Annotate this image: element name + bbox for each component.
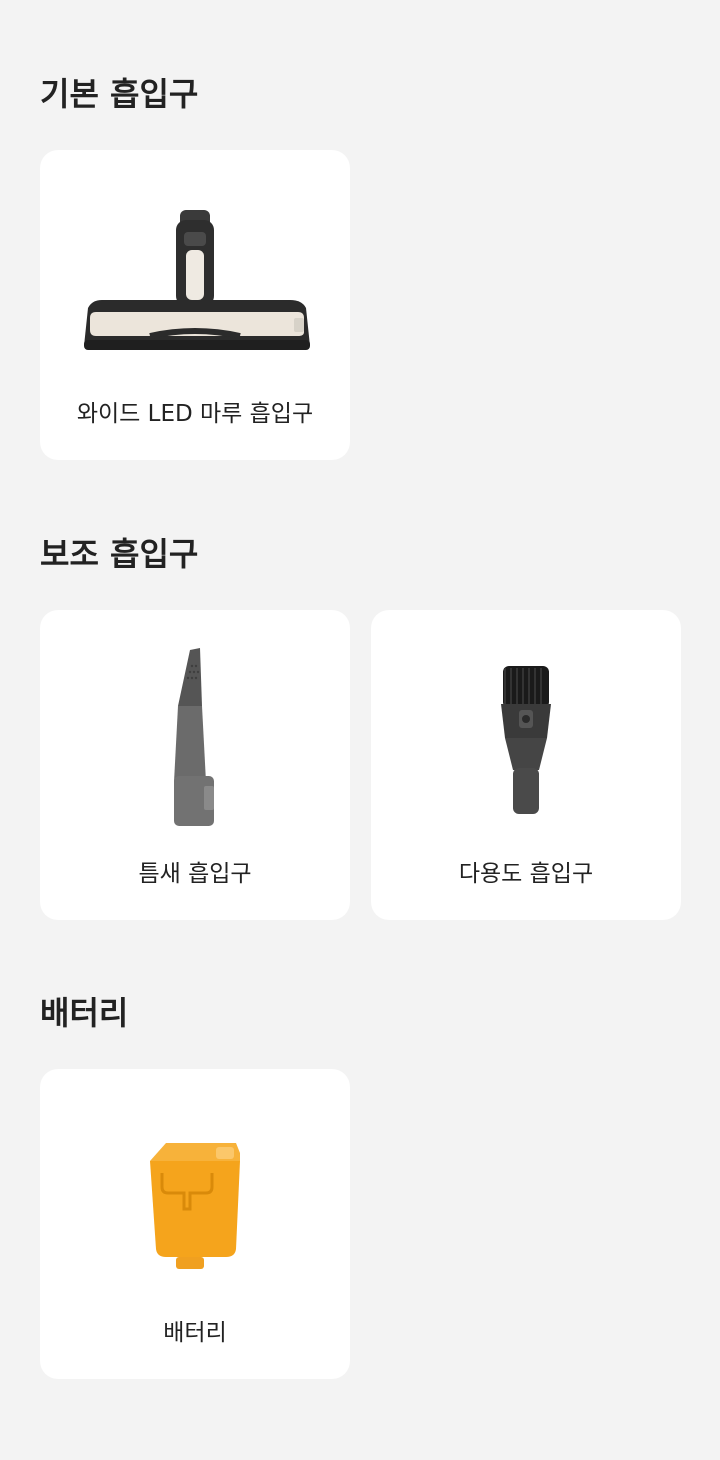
product-card-multi-purpose-brush[interactable]: 다용도 흡입구 <box>371 610 681 920</box>
product-label: 틈새 흡입구 <box>138 861 252 887</box>
crevice-tool-icon <box>40 610 350 840</box>
product-card-wide-led-floor-nozzle[interactable]: 와이드 LED 마루 흡입구 <box>40 150 350 460</box>
section-title: 보조 흡입구 <box>40 535 199 573</box>
product-card-crevice-tool[interactable]: 틈새 흡입구 <box>40 610 350 920</box>
card-row: 배터리 <box>40 1069 681 1379</box>
product-label: 다용도 흡입구 <box>458 861 594 887</box>
section-title: 기본 흡입구 <box>40 75 199 113</box>
product-label: 배터리 <box>163 1320 227 1346</box>
battery-icon <box>40 1069 350 1299</box>
section-title: 배터리 <box>40 994 129 1032</box>
product-card-battery[interactable]: 배터리 <box>40 1069 350 1379</box>
card-row: 와이드 LED 마루 흡입구 <box>40 150 681 460</box>
card-row: 틈새 흡입구 다용도 흡입구 <box>40 610 681 920</box>
multi-purpose-brush-icon <box>371 610 681 840</box>
floor-nozzle-icon <box>40 150 350 380</box>
product-label: 와이드 LED 마루 흡입구 <box>76 401 314 427</box>
